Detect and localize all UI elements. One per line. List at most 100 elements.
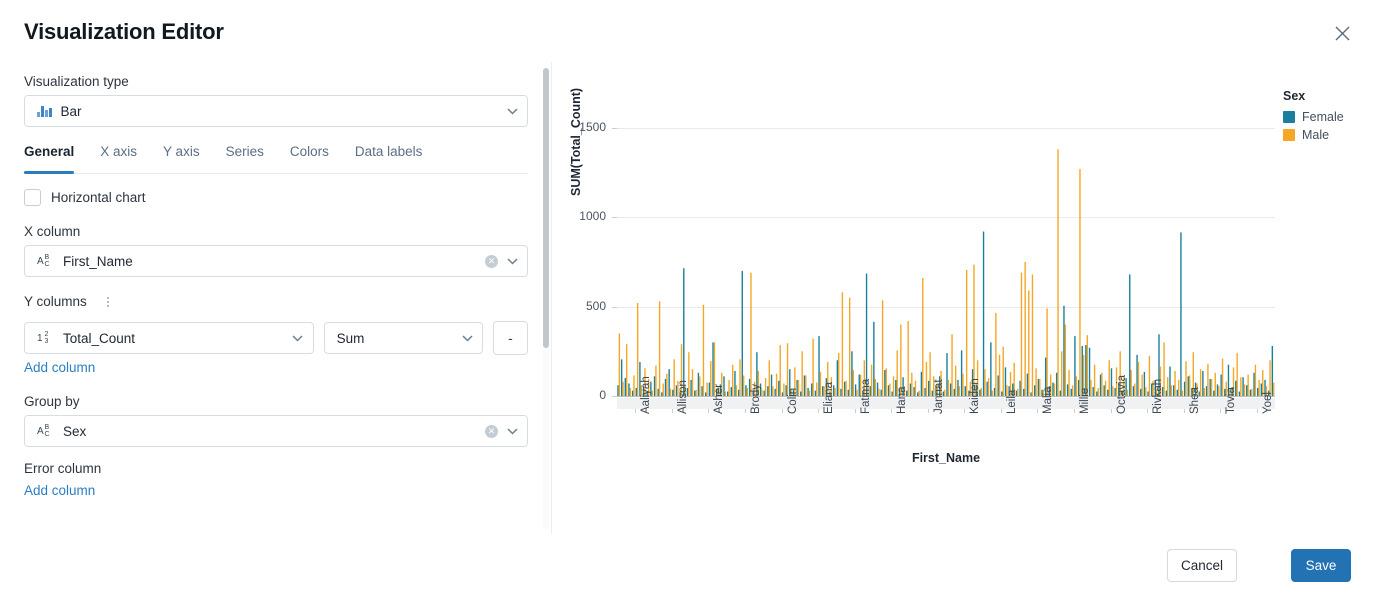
bar (1112, 386, 1113, 396)
tab-colors[interactable]: Colors (290, 144, 329, 173)
bar (1180, 232, 1181, 396)
chevron-down-icon (460, 331, 474, 345)
bar (771, 375, 772, 396)
bar (703, 305, 704, 396)
bar (820, 372, 821, 396)
group-by-select[interactable]: ABC Sex ✕ (24, 415, 528, 447)
tab-series[interactable]: Series (226, 144, 264, 173)
bar (807, 388, 808, 396)
x-column-select[interactable]: ABC First_Name ✕ (24, 245, 528, 277)
add-error-column-link[interactable]: Add column (24, 483, 95, 498)
save-button[interactable]: Save (1291, 549, 1351, 582)
y-column-value: Total_Count (63, 331, 291, 346)
visualization-type-select[interactable]: Bar (24, 95, 528, 127)
tab-y-axis[interactable]: Y axis (163, 144, 200, 173)
bar (734, 371, 735, 396)
bar (851, 351, 852, 396)
x-axis-title: First_Name (617, 451, 1275, 465)
visualization-type-value: Bar (61, 104, 506, 119)
tab-general[interactable]: General (24, 144, 74, 173)
bar (1133, 386, 1134, 396)
bar (838, 353, 839, 396)
bar (804, 375, 805, 396)
legend-item-male[interactable]: Male (1283, 128, 1344, 142)
group-by-group: Group by ABC Sex ✕ (24, 394, 528, 447)
bar (625, 378, 626, 396)
legend-item-female[interactable]: Female (1283, 110, 1344, 124)
x-tick-label: Allison (677, 380, 689, 414)
bar (630, 388, 631, 396)
bar (776, 374, 777, 396)
bar (913, 387, 914, 396)
x-tick-mark (1111, 409, 1112, 413)
y-column-select[interactable]: 123 Total_Count (24, 322, 314, 354)
bar (1173, 385, 1174, 396)
bar (1034, 385, 1035, 396)
bar (1105, 381, 1106, 396)
bar (842, 292, 843, 396)
config-scrollbar-thumb[interactable] (543, 68, 549, 348)
bar (888, 385, 889, 396)
tab-x-axis[interactable]: X axis (100, 144, 137, 173)
legend-swatch-male (1283, 129, 1295, 141)
x-tick-mark (1037, 409, 1038, 413)
bar (1003, 347, 1004, 396)
x-tick-label: Millie (1079, 388, 1091, 414)
bar (994, 388, 995, 396)
page-title: Visualization Editor (24, 19, 224, 45)
bar (875, 379, 876, 396)
y-columns-menu-icon[interactable] (105, 295, 111, 309)
bar (617, 385, 618, 396)
bar (1184, 382, 1185, 396)
bar (948, 380, 949, 396)
bar (995, 313, 996, 396)
error-column-label: Error column (24, 461, 528, 476)
bar (1100, 375, 1101, 396)
bar (1046, 308, 1047, 396)
bar (1269, 360, 1270, 396)
bar (1171, 385, 1172, 396)
bar (893, 376, 894, 396)
x-tick-label: Colin (787, 388, 799, 414)
bar (767, 386, 768, 396)
remove-y-column-button[interactable]: - (493, 321, 528, 355)
bar (801, 351, 802, 396)
clear-x-column-icon[interactable]: ✕ (485, 255, 498, 268)
bar (1258, 380, 1259, 396)
modal-footer: Cancel Save (0, 534, 1375, 614)
y-columns-label-text: Y columns (24, 294, 87, 309)
x-tick-label: Leila (1006, 390, 1018, 414)
add-y-column-link[interactable]: Add column (24, 360, 95, 375)
bar (665, 379, 666, 396)
bar (1144, 372, 1145, 396)
tab-data-labels[interactable]: Data labels (355, 144, 423, 173)
cancel-button[interactable]: Cancel (1167, 549, 1237, 582)
x-tick-label: Rivkah (1152, 379, 1164, 414)
bar (837, 360, 838, 396)
chevron-down-icon (505, 424, 519, 438)
x-tick-label: Shea (1189, 387, 1201, 414)
bar (668, 369, 669, 396)
bar (1218, 386, 1219, 396)
bar (774, 389, 775, 396)
bar (655, 366, 656, 396)
clear-group-by-icon[interactable]: ✕ (485, 425, 498, 438)
y-aggregate-select[interactable]: Sum (324, 322, 483, 354)
bar (929, 352, 930, 396)
bar (659, 301, 660, 396)
text-column-icon: ABC (37, 254, 53, 268)
bar (626, 344, 627, 396)
bar (706, 383, 707, 396)
x-tick-label: Aaliyah (640, 376, 652, 414)
bar (954, 389, 955, 396)
number-column-icon: 123 (37, 331, 53, 345)
close-icon[interactable] (1329, 20, 1355, 46)
bar (1032, 274, 1033, 396)
bar (961, 350, 962, 396)
horizontal-chart-checkbox[interactable] (24, 189, 41, 206)
bar (690, 380, 691, 396)
x-tick-mark (964, 409, 965, 413)
bar (1145, 387, 1146, 396)
bar (1103, 385, 1104, 396)
bar (1021, 273, 1022, 396)
